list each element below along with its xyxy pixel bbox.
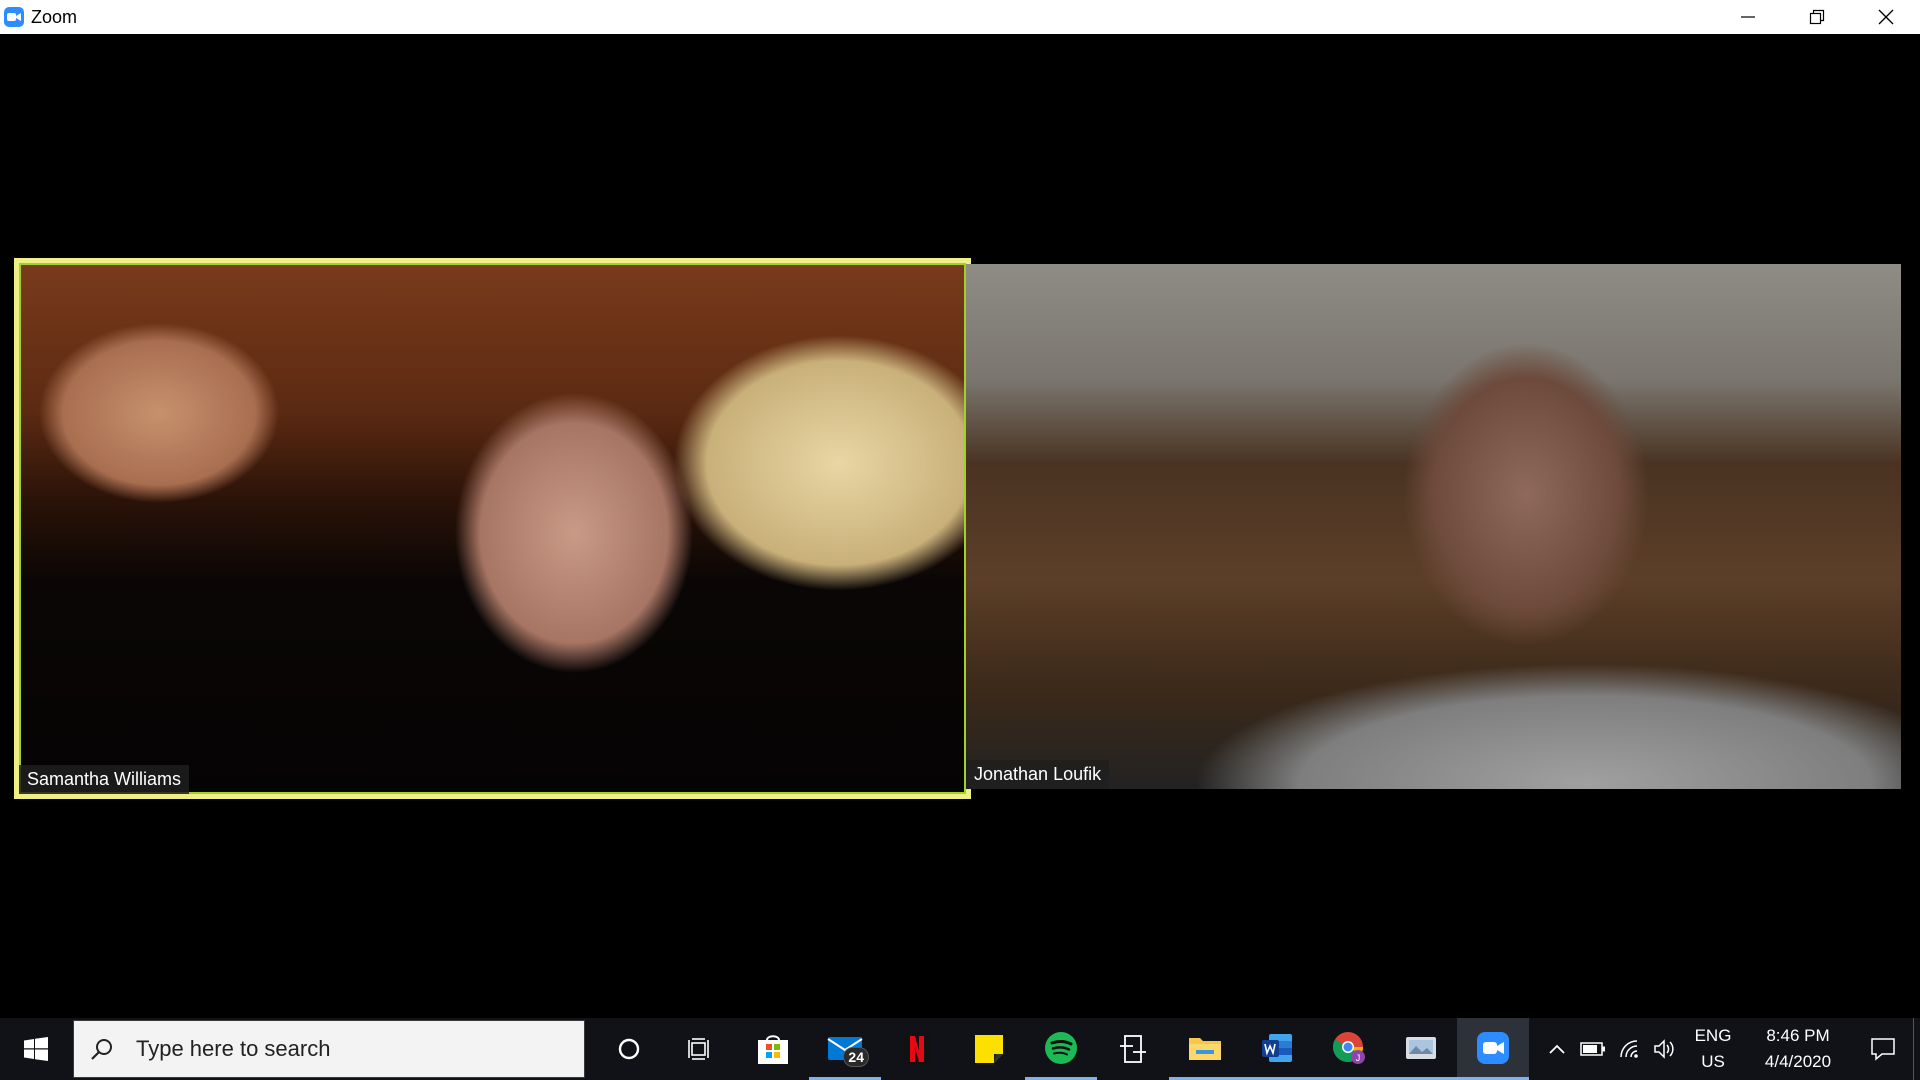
netflix-button[interactable]: [881, 1018, 953, 1080]
wifi-button[interactable]: [1611, 1018, 1647, 1080]
sticky-notes-icon: [975, 1035, 1003, 1063]
task-view-button[interactable]: [665, 1018, 737, 1080]
video-gallery: Samantha Williams Jonathan Loufik: [0, 34, 1920, 1018]
word-button[interactable]: [1241, 1018, 1313, 1080]
participant-name-tag: Samantha Williams: [19, 765, 190, 794]
language-code: ENG: [1694, 1026, 1732, 1045]
window-title: Zoom: [31, 6, 78, 27]
cortana-icon: [618, 1038, 640, 1060]
close-icon: [1878, 9, 1893, 25]
clock-time: 8:46 PM: [1766, 1026, 1830, 1045]
spotify-button[interactable]: [1025, 1018, 1097, 1080]
clock-date: 4/4/2020: [1764, 1052, 1832, 1071]
store-button[interactable]: [737, 1018, 809, 1080]
close-button[interactable]: [1851, 0, 1920, 34]
taskbar-clock[interactable]: 8:46 PM 4/4/2020: [1743, 1023, 1853, 1075]
minimize-icon: [1740, 16, 1755, 18]
battery-button[interactable]: [1575, 1018, 1611, 1080]
title-bar: Zoom: [0, 0, 1920, 34]
taskbar-apps: 24 J: [593, 1018, 1529, 1080]
spotify-icon: [1045, 1031, 1077, 1064]
chevron-up-icon: [1549, 1044, 1565, 1054]
wifi-icon: [1620, 1040, 1638, 1058]
show-hidden-icons-button[interactable]: [1539, 1018, 1575, 1080]
chrome-icon: J: [1333, 1031, 1365, 1064]
participant-video-active-speaker[interactable]: Samantha Williams: [14, 258, 971, 799]
restore-button[interactable]: [1782, 0, 1851, 34]
start-button[interactable]: [0, 1018, 72, 1080]
keyboard-layout: US: [1701, 1052, 1725, 1071]
volume-icon: [1654, 1039, 1674, 1059]
zoom-taskbar-button[interactable]: [1457, 1018, 1529, 1080]
search-icon: [74, 1037, 130, 1061]
mail-unread-badge: 24: [843, 1047, 869, 1067]
restore-icon: [1809, 9, 1824, 25]
connect-icon: [1120, 1035, 1146, 1063]
input-language-indicator[interactable]: ENG US: [1683, 1023, 1743, 1075]
minimize-button[interactable]: [1713, 0, 1782, 34]
battery-icon: [1580, 1042, 1605, 1056]
window-controls: [1713, 0, 1920, 34]
file-explorer-button[interactable]: [1169, 1018, 1241, 1080]
task-view-icon: [688, 1038, 709, 1060]
participant-name-tag: Jonathan Loufik: [966, 760, 1110, 789]
windows-taskbar: Type here to search 24 J ENG US 8:46 PM …: [0, 1018, 1920, 1080]
system-tray: ENG US 8:46 PM 4/4/2020: [1539, 1018, 1920, 1080]
participant-video[interactable]: Jonathan Loufik: [966, 264, 1901, 789]
word-icon: [1262, 1033, 1292, 1062]
svg-text:J: J: [1356, 1053, 1361, 1063]
zoom-app-icon: [4, 7, 24, 27]
taskbar-search-box[interactable]: Type here to search: [73, 1020, 585, 1078]
chrome-button[interactable]: J: [1313, 1018, 1385, 1080]
connect-button[interactable]: [1097, 1018, 1169, 1080]
microsoft-store-icon: [758, 1035, 788, 1064]
photos-app-icon: [1406, 1036, 1436, 1059]
netflix-icon: [903, 1033, 931, 1065]
sticky-notes-button[interactable]: [953, 1018, 1025, 1080]
volume-button[interactable]: [1647, 1018, 1683, 1080]
notifications-icon: [1871, 1038, 1895, 1061]
windows-logo-icon: [24, 1037, 48, 1061]
zoom-icon: [1477, 1031, 1509, 1064]
show-desktop-button[interactable]: [1913, 1018, 1920, 1080]
cortana-button[interactable]: [593, 1018, 665, 1080]
file-explorer-icon: [1189, 1037, 1221, 1060]
mail-button[interactable]: 24: [809, 1018, 881, 1080]
search-placeholder: Type here to search: [136, 1036, 331, 1061]
action-center-button[interactable]: [1853, 1037, 1913, 1061]
photos-button[interactable]: [1385, 1018, 1457, 1080]
